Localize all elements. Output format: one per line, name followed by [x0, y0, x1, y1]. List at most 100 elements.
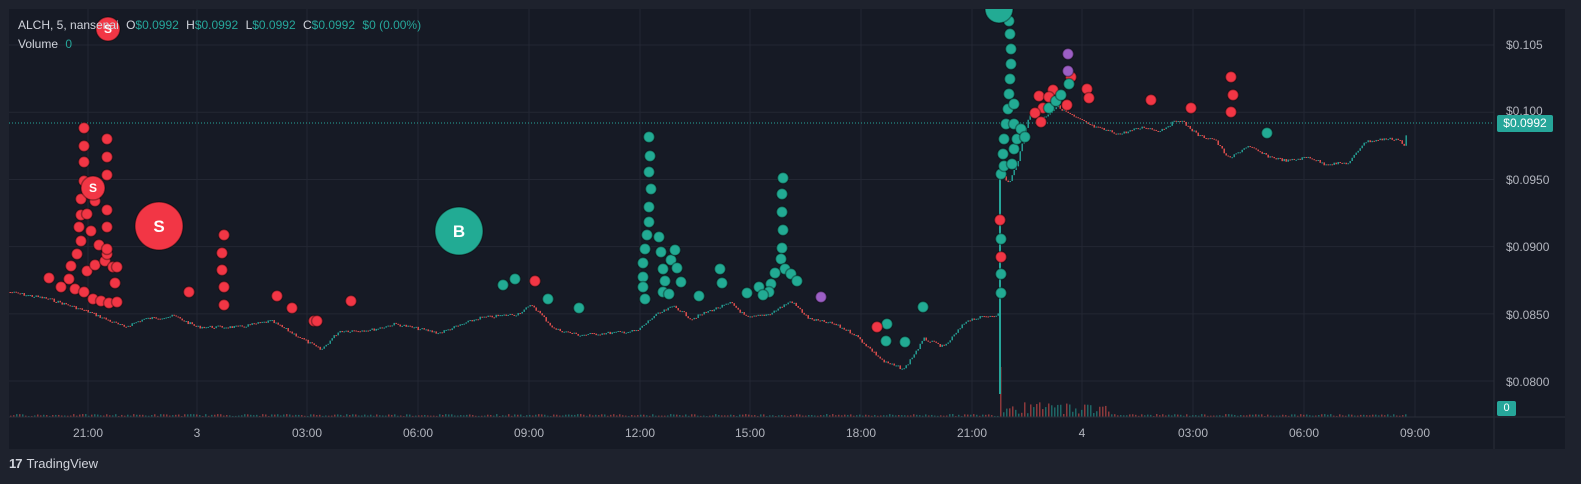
trade-marker[interactable] — [1062, 77, 1076, 91]
trade-marker[interactable] — [1003, 72, 1017, 86]
trade-marker[interactable] — [1144, 93, 1158, 107]
trade-marker[interactable] — [656, 262, 670, 276]
trade-marker[interactable] — [1004, 57, 1018, 71]
trade-marker[interactable] — [541, 292, 555, 306]
trade-marker[interactable] — [496, 278, 510, 292]
trade-marker[interactable] — [1054, 88, 1068, 102]
trade-marker[interactable] — [994, 250, 1008, 264]
trade-marker[interactable] — [993, 213, 1007, 227]
trade-marker[interactable] — [674, 275, 688, 289]
trade-marker[interactable] — [64, 259, 78, 273]
trade-marker[interactable] — [217, 298, 231, 312]
trade-marker[interactable] — [1002, 87, 1016, 101]
trade-marker[interactable] — [508, 272, 522, 286]
trade-marker[interactable] — [640, 228, 654, 242]
trade-marker[interactable] — [776, 223, 790, 237]
trade-marker[interactable] — [100, 132, 114, 146]
trade-marker[interactable] — [996, 147, 1010, 161]
price-chart[interactable]: SSSB — [9, 9, 1565, 449]
trade-marker[interactable] — [77, 139, 91, 153]
trade-marker[interactable] — [110, 295, 124, 309]
trade-marker[interactable] — [898, 335, 912, 349]
trade-marker[interactable] — [870, 320, 884, 334]
trade-marker[interactable] — [644, 182, 658, 196]
trade-marker[interactable] — [668, 243, 682, 257]
trade-marker[interactable] — [997, 132, 1011, 146]
trade-marker[interactable] — [638, 292, 652, 306]
trade-marker[interactable] — [1003, 27, 1017, 41]
trade-marker[interactable] — [528, 274, 542, 288]
trade-marker[interactable] — [814, 290, 828, 304]
trade-marker[interactable] — [643, 149, 657, 163]
trade-marker[interactable] — [776, 171, 790, 185]
trade-marker[interactable] — [713, 262, 727, 276]
trade-marker[interactable] — [285, 301, 299, 315]
trade-marker[interactable] — [1018, 130, 1032, 144]
trade-marker[interactable] — [100, 150, 114, 164]
tradingview-brand[interactable]: 17 TradingView — [9, 455, 98, 471]
trade-marker[interactable] — [916, 300, 930, 314]
volume-label[interactable]: Volume — [18, 37, 58, 51]
trade-marker[interactable] — [217, 280, 231, 294]
trade-marker[interactable] — [1061, 47, 1075, 61]
trade-marker[interactable] — [270, 289, 284, 303]
trade-marker[interactable] — [638, 242, 652, 256]
trade-marker[interactable] — [1005, 157, 1019, 171]
trade-marker[interactable] — [790, 274, 804, 288]
trade-marker[interactable] — [652, 230, 666, 244]
trade-marker[interactable] — [642, 215, 656, 229]
trade-marker[interactable] — [1034, 115, 1048, 129]
trade-marker[interactable] — [100, 242, 114, 256]
trade-marker[interactable] — [1082, 91, 1096, 105]
trade-marker[interactable] — [768, 266, 782, 280]
trade-marker[interactable] — [182, 285, 196, 299]
trade-marker[interactable] — [636, 256, 650, 270]
trade-marker[interactable] — [110, 260, 124, 274]
trade-marker[interactable] — [670, 261, 684, 275]
trade-marker[interactable] — [1224, 70, 1238, 84]
trade-marker[interactable] — [658, 274, 672, 288]
trade-marker[interactable] — [1226, 88, 1240, 102]
trade-marker[interactable] — [54, 280, 68, 294]
trade-marker[interactable] — [642, 165, 656, 179]
trade-marker[interactable] — [80, 207, 94, 221]
trade-marker[interactable] — [84, 224, 98, 238]
trade-marker[interactable] — [70, 247, 84, 261]
symbol-title[interactable]: ALCH, 5, nansenai — [18, 18, 119, 32]
trade-marker[interactable] — [344, 294, 358, 308]
trade-marker[interactable] — [42, 271, 56, 285]
trade-marker[interactable] — [310, 314, 324, 328]
trade-marker[interactable] — [100, 220, 114, 234]
trade-marker[interactable] — [1007, 97, 1021, 111]
trade-marker[interactable] — [775, 187, 789, 201]
trade-marker[interactable] — [756, 288, 770, 302]
trade-marker[interactable] — [642, 200, 656, 214]
trade-marker[interactable] — [740, 286, 754, 300]
trade-marker[interactable] — [1061, 64, 1075, 78]
trade-marker[interactable] — [74, 234, 88, 248]
trade-marker[interactable] — [1260, 126, 1274, 140]
trade-marker[interactable] — [1184, 101, 1198, 115]
trade-marker[interactable] — [692, 289, 706, 303]
trade-marker[interactable] — [77, 155, 91, 169]
trade-marker[interactable] — [994, 267, 1008, 281]
trade-marker[interactable] — [1060, 98, 1074, 112]
trade-markers[interactable]: SSSB — [42, 9, 1274, 349]
trade-marker[interactable] — [654, 245, 668, 259]
trade-marker[interactable] — [215, 246, 229, 260]
trade-marker[interactable] — [100, 168, 114, 182]
chart-frame[interactable]: SSSB ALCH, 5, nansenai O$0.0992 H$0.0992… — [9, 9, 1565, 449]
trade-marker[interactable] — [642, 130, 656, 144]
trade-marker[interactable] — [662, 287, 676, 301]
trade-marker[interactable] — [77, 121, 91, 135]
trade-marker[interactable] — [217, 228, 231, 242]
trade-marker[interactable] — [72, 220, 86, 234]
trade-marker[interactable] — [1224, 105, 1238, 119]
trade-marker[interactable] — [715, 276, 729, 290]
trade-marker[interactable] — [636, 280, 650, 294]
trade-marker[interactable] — [775, 241, 789, 255]
trade-marker[interactable] — [994, 286, 1008, 300]
trade-marker[interactable] — [215, 263, 229, 277]
trade-marker[interactable] — [100, 203, 114, 217]
trade-marker[interactable] — [775, 205, 789, 219]
